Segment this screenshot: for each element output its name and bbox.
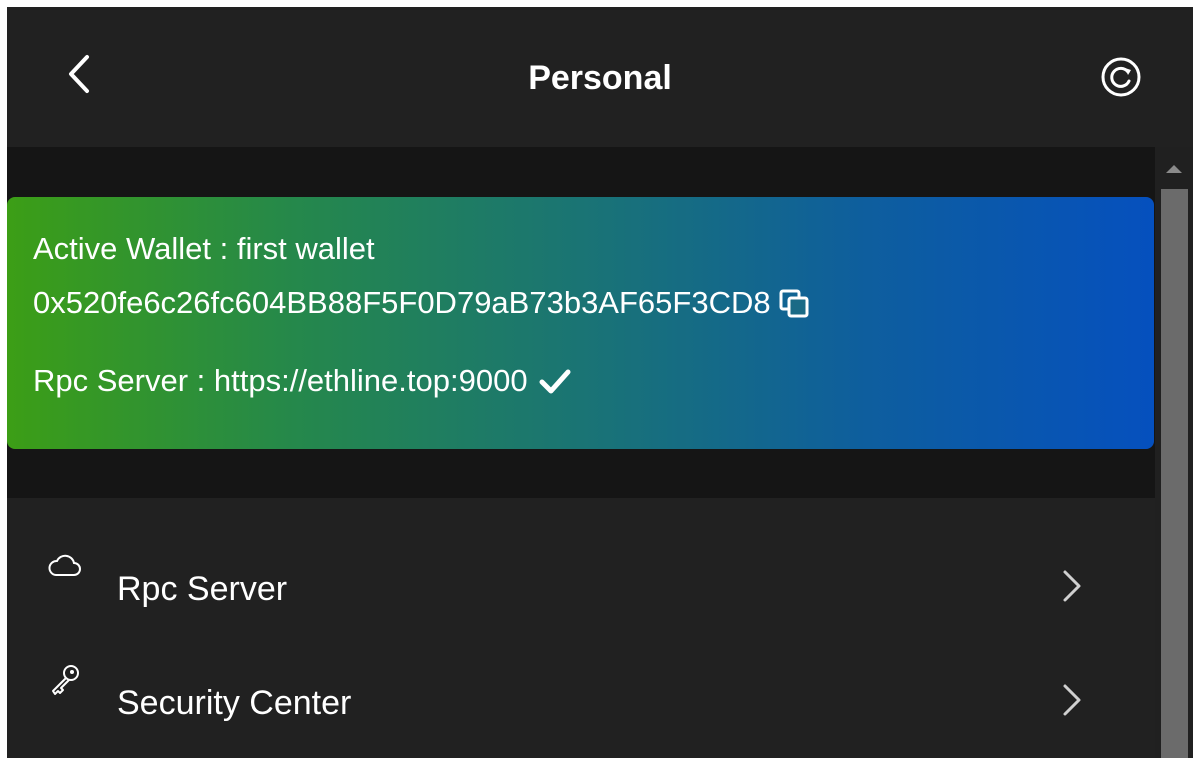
scroll-content: Active Wallet : first wallet 0x520fe6c26… <box>7 147 1155 758</box>
chevron-right-icon <box>1057 566 1087 606</box>
vertical-scrollbar[interactable] <box>1155 147 1193 758</box>
refresh-icon <box>1101 57 1141 97</box>
active-wallet-card: Active Wallet : first wallet 0x520fe6c26… <box>7 197 1154 449</box>
wallet-address-row: 0x520fe6c26fc604BB88F5F0D79aB73b3AF65F3C… <box>33 285 813 321</box>
check-icon <box>538 366 572 396</box>
menu-item-security-center[interactable]: Security Center <box>7 648 1155 758</box>
menu-item-label: Security Center <box>117 684 352 722</box>
menu-item-label: Rpc Server <box>117 570 288 608</box>
scrollbar-thumb[interactable] <box>1161 189 1188 758</box>
rpc-server-text: Rpc Server : https://ethline.top:9000 <box>33 363 528 398</box>
scroll-up-button[interactable] <box>1155 147 1193 187</box>
app-window: Personal Active Wallet : first wallet 0x… <box>7 7 1193 758</box>
menu-item-rpc-server[interactable]: Rpc Server <box>7 534 1155 646</box>
key-icon <box>47 662 83 698</box>
refresh-button[interactable] <box>1099 55 1143 99</box>
settings-menu: Rpc Server Security Center <box>7 498 1155 758</box>
triangle-up-icon <box>1166 165 1182 173</box>
chevron-right-icon <box>1057 680 1087 720</box>
cloud-icon <box>47 548 83 584</box>
header-bar: Personal <box>7 7 1193 147</box>
page-title: Personal <box>528 59 672 97</box>
copy-address-button[interactable] <box>777 287 813 319</box>
rpc-server-row: Rpc Server : https://ethline.top:9000 <box>33 363 572 399</box>
wallet-address: 0x520fe6c26fc604BB88F5F0D79aB73b3AF65F3C… <box>33 285 771 320</box>
copy-icon <box>779 289 809 318</box>
active-wallet-label: Active Wallet : first wallet <box>33 231 375 266</box>
